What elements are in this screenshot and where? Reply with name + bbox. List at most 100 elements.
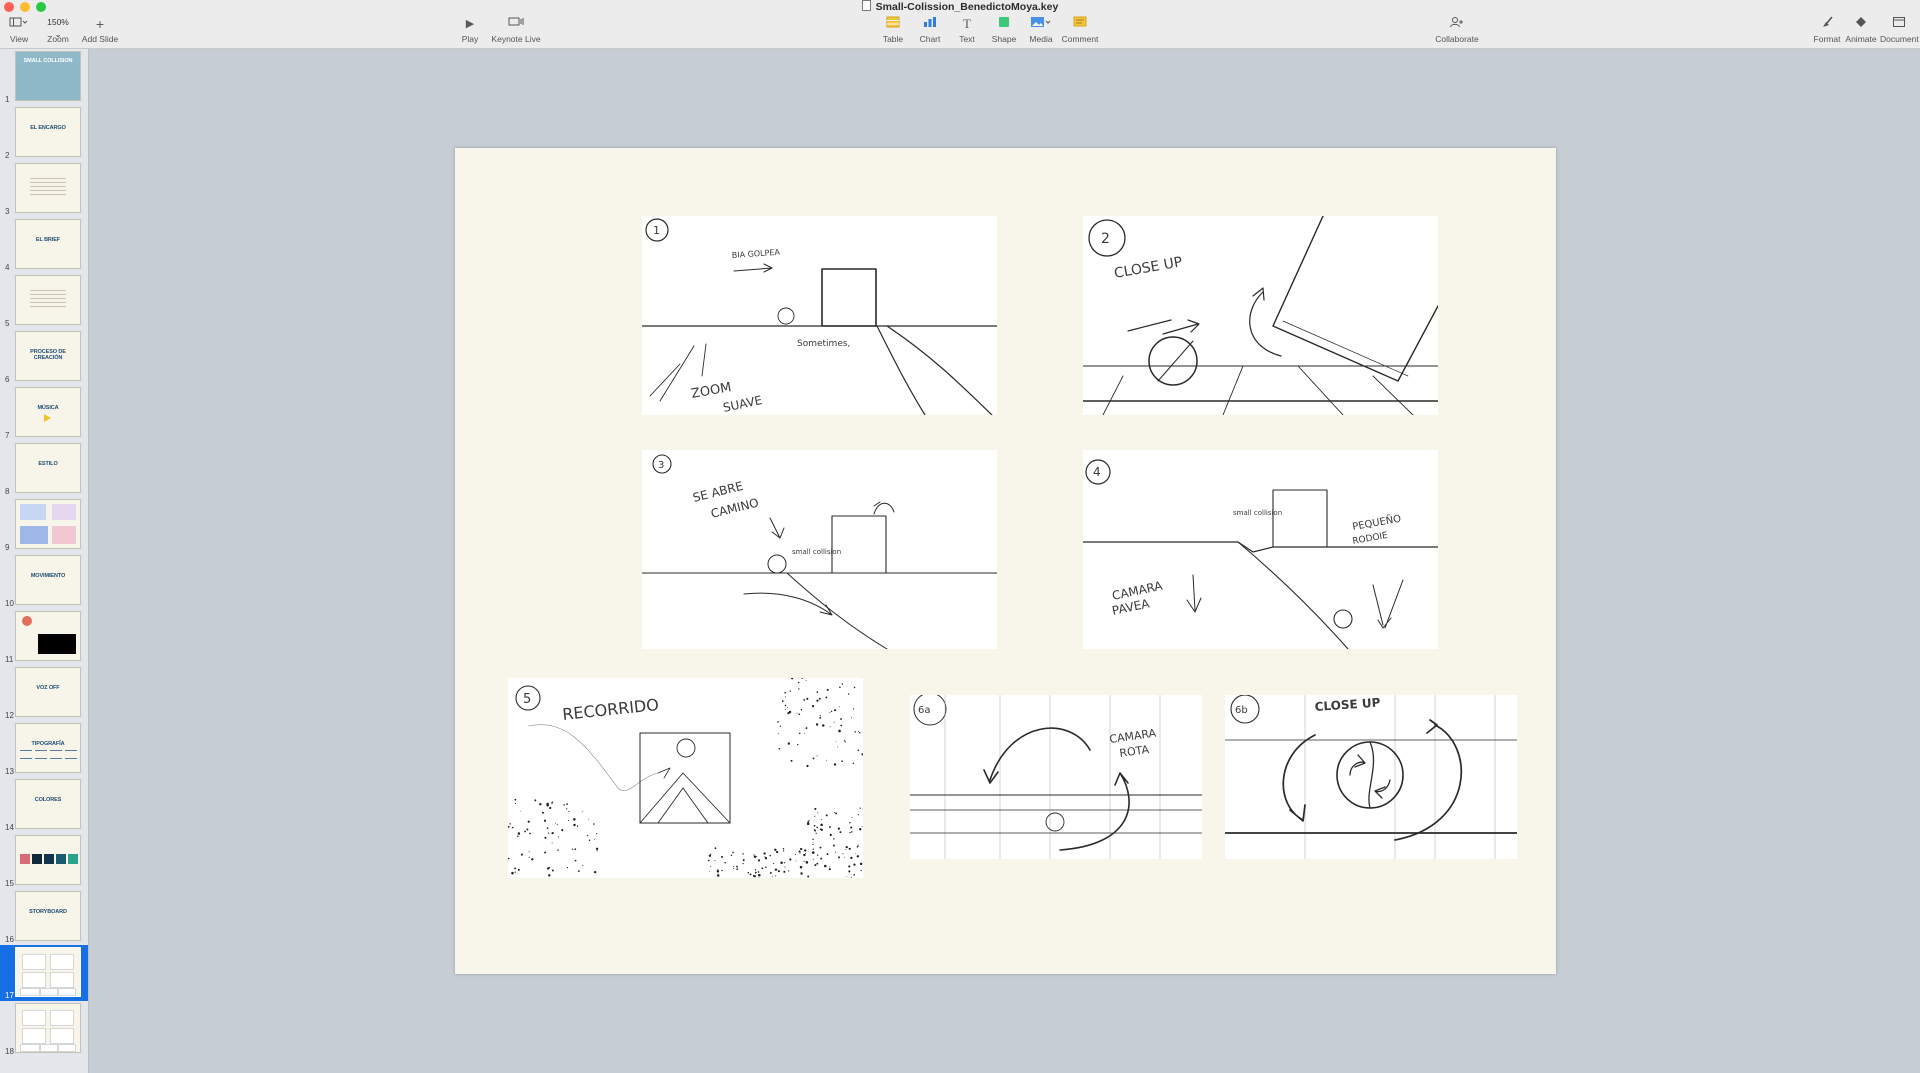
chart-button[interactable]: Chart — [917, 16, 943, 46]
slide-number: 9 — [5, 543, 10, 552]
slide-preview: MOVIMIENTO — [15, 555, 81, 605]
preview-sketch — [58, 988, 76, 996]
slide-number: 18 — [5, 1047, 14, 1056]
storyboard-frame-6b[interactable]: 6b CLOSE UP — [1225, 695, 1517, 859]
preview-image — [52, 504, 76, 520]
storyboard-frame-2[interactable]: 2 CLOSE UP — [1083, 216, 1438, 415]
frame-note: PEQUEÑO — [1351, 512, 1402, 533]
keynote-live-button[interactable]: Keynote Live — [490, 16, 542, 46]
slide-preview-title: TIPOGRAFÍA — [31, 741, 65, 747]
slide-thumbnail-9[interactable]: 9 — [0, 497, 88, 553]
keynote-live-icon — [490, 16, 542, 32]
slide-thumbnail-6[interactable]: 6 PROCESO DE CREACIÓN — [0, 329, 88, 385]
format-button[interactable]: Format — [1812, 16, 1842, 46]
text-label: Text — [959, 34, 975, 44]
slide-number: 4 — [5, 263, 10, 272]
document-button[interactable]: Document — [1880, 16, 1919, 46]
slide-thumbnail-17[interactable]: 17 — [0, 945, 88, 1001]
slide-thumbnail-8[interactable]: 8 ESTILO — [0, 441, 88, 497]
storyboard-frame-4[interactable]: 4 small collision PEQUEÑO RODOIE CAMARA … — [1083, 450, 1438, 649]
frame-note: small collision — [1233, 509, 1282, 517]
table-button[interactable]: Table — [879, 16, 907, 46]
slide-thumbnail-5[interactable]: 5 — [0, 273, 88, 329]
comment-button[interactable]: Comment — [1061, 16, 1099, 46]
frame-note: Sometimes, — [797, 339, 850, 349]
preview-sketch — [22, 1028, 46, 1044]
preview-sketch — [20, 1044, 40, 1052]
storyboard-frame-5[interactable]: 5 RECORRIDO — [508, 678, 863, 878]
frame-note: CLOSE UP — [1113, 254, 1184, 282]
slide-canvas[interactable]: 1 BIA GOLPEA Sometimes, ZOOM SUAVE 2 CLO… — [89, 49, 1920, 1073]
preview-image — [20, 504, 46, 520]
play-button[interactable]: ▶ Play — [459, 16, 481, 46]
slide-thumbnail-11[interactable]: 11 — [0, 609, 88, 665]
format-label: Format — [1813, 34, 1841, 44]
toolbar: Small-Colission_BenedictoMoya.key View 1… — [0, 0, 1920, 49]
color-swatch — [20, 854, 30, 864]
slide-number: 6 — [5, 375, 10, 384]
frame-note: BIA GOLPEA — [732, 248, 781, 260]
frame-note: CAMARA — [1109, 726, 1158, 745]
slide-thumbnail-16[interactable]: 16 STORYBOARD — [0, 889, 88, 945]
slide-preview: COLORES — [15, 779, 81, 829]
slide-preview — [15, 163, 81, 213]
add-slide-button[interactable]: + Add Slide — [80, 16, 120, 46]
preview-text-line — [35, 758, 47, 759]
frame-note: small collision — [792, 548, 841, 556]
frame-note: RECORRIDO — [561, 695, 659, 724]
slide-preview-title: EL ENCARGO — [30, 125, 66, 131]
keynote-live-label: Keynote Live — [491, 34, 541, 44]
chart-label: Chart — [919, 34, 941, 44]
zoom-menu[interactable]: 150% ⌄ Zoom — [42, 16, 74, 46]
collaborate-button[interactable]: Collaborate — [1433, 16, 1481, 46]
preview-text-line — [30, 190, 66, 191]
slide-thumbnail-14[interactable]: 14 COLORES — [0, 777, 88, 833]
color-swatch — [44, 854, 54, 864]
slide-thumbnail-1[interactable]: 1 SMALL COLLISION — [0, 49, 88, 105]
slide-preview-title: VOZ OFF — [36, 685, 60, 691]
storyboard-frame-3[interactable]: 3 SE ABRE CAMINO small collision — [642, 450, 997, 649]
slide-thumbnail-3[interactable]: 3 — [0, 161, 88, 217]
slide-preview — [15, 1003, 81, 1053]
preview-sketch — [50, 1010, 74, 1026]
frame-note: ZOOM — [690, 380, 733, 402]
preview-sketch — [22, 972, 46, 988]
storyboard-frame-6a[interactable]: 6a CAMARA ROTA — [910, 695, 1202, 859]
preview-text-line — [20, 750, 32, 751]
preview-text-line — [30, 186, 66, 187]
preview-sketch — [20, 988, 40, 996]
media-button[interactable]: Media — [1027, 16, 1055, 46]
document-sidebar-icon — [1880, 16, 1918, 32]
slide-preview-title: COLORES — [34, 797, 62, 803]
slide-number: 14 — [5, 823, 14, 832]
current-slide[interactable]: 1 BIA GOLPEA Sometimes, ZOOM SUAVE 2 CLO… — [455, 148, 1556, 974]
preview-sketch — [40, 1044, 58, 1052]
frame-number: 6b — [1235, 705, 1248, 716]
slide-navigator[interactable]: 1 SMALL COLLISION 2 EL ENCARGO 3 4 EL BRIEF 5 6 P… — [0, 49, 89, 1073]
preview-video — [38, 634, 76, 654]
slide-thumbnail-15[interactable]: 15 — [0, 833, 88, 889]
color-swatch — [56, 854, 66, 864]
shape-button[interactable]: Shape — [990, 16, 1018, 46]
play-label: Play — [461, 34, 479, 44]
preview-sketch — [40, 988, 58, 996]
frame-number: 5 — [523, 692, 531, 707]
slide-thumbnail-13[interactable]: 13 TIPOGRAFÍA — [0, 721, 88, 777]
slide-thumbnail-10[interactable]: 10 MOVIMIENTO — [0, 553, 88, 609]
view-button[interactable]: View — [6, 16, 32, 46]
slide-thumbnail-4[interactable]: 4 EL BRIEF — [0, 217, 88, 273]
shape-label: Shape — [991, 34, 1017, 44]
slide-thumbnail-2[interactable]: 2 EL ENCARGO — [0, 105, 88, 161]
slide-thumbnail-12[interactable]: 12 VOZ OFF — [0, 665, 88, 721]
preview-sketch — [58, 1044, 76, 1052]
storyboard-frame-1[interactable]: 1 BIA GOLPEA Sometimes, ZOOM SUAVE — [642, 216, 997, 415]
slide-number: 2 — [5, 151, 10, 160]
slide-thumbnail-7[interactable]: 7 MÚSICA — [0, 385, 88, 441]
slide-number: 13 — [5, 767, 14, 776]
slide-thumbnail-18[interactable]: 18 — [0, 1001, 88, 1057]
slide-number: 16 — [5, 935, 14, 944]
animate-button[interactable]: Animate — [1845, 16, 1877, 46]
text-button[interactable]: T Text — [955, 16, 979, 46]
frame-note: ROTA — [1119, 743, 1151, 760]
slide-preview — [15, 499, 81, 549]
